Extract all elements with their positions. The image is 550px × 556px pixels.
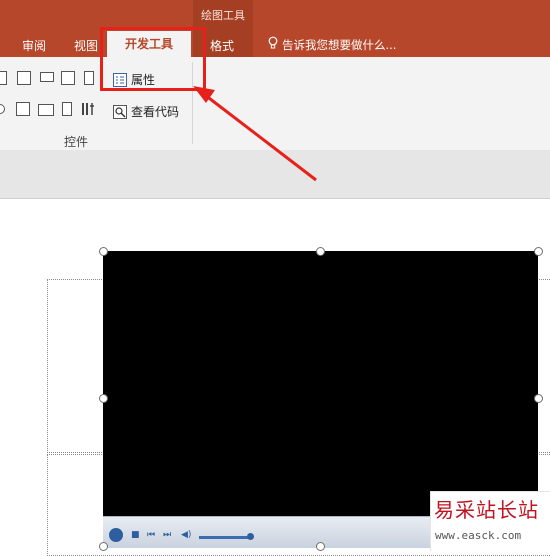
site-watermark: 易采站长站 www.easck.com: [430, 491, 550, 551]
watermark-url: www.easck.com: [435, 529, 522, 542]
annotation-arrow: [193, 86, 317, 182]
watermark-title: 易采站长站: [434, 498, 539, 522]
